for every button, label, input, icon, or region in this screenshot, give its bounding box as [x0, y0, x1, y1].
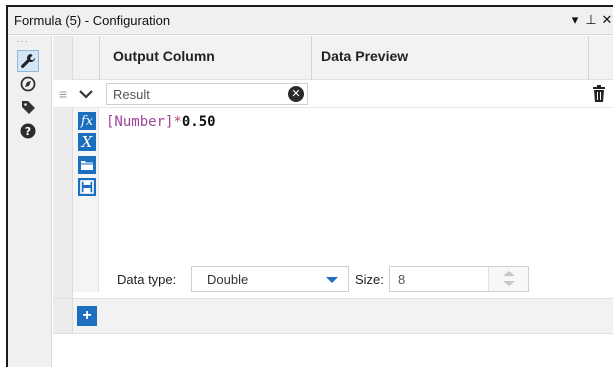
add-formula-row: + — [53, 298, 613, 334]
wrench-icon[interactable] — [17, 50, 39, 72]
output-column-field: ✕ — [106, 83, 308, 105]
dropdown-arrow-icon — [326, 277, 338, 283]
formula-editor: Output Column Data Preview ≡ ✕ fx X — [53, 36, 613, 367]
dropdown-menu-button[interactable]: ▾ — [569, 12, 581, 28]
header-gutter — [53, 36, 73, 80]
add-formula-button[interactable]: + — [77, 306, 97, 326]
operator-token: * — [173, 114, 182, 130]
header-divider — [311, 36, 312, 80]
clear-icon[interactable]: ✕ — [288, 86, 304, 102]
folder-icon[interactable] — [78, 156, 96, 174]
header-divider — [99, 36, 100, 80]
formula-config-window: Formula (5) - Configuration ▾ ⊥ ✕ ··· ? … — [6, 5, 613, 367]
pin-button[interactable]: ⊥ — [585, 12, 597, 28]
field-token: [Number] — [106, 114, 174, 130]
svg-text:?: ? — [25, 125, 31, 138]
data-preview-header[interactable]: Data Preview — [321, 48, 408, 64]
help-icon[interactable]: ? — [17, 120, 39, 142]
function-icon[interactable]: fx — [78, 112, 96, 130]
column-header-row: Output Column Data Preview — [53, 36, 613, 80]
size-value: 8 — [398, 272, 406, 287]
config-sidebar: ··· ? — [8, 36, 52, 367]
chevron-down-icon[interactable] — [77, 84, 95, 104]
add-row-gutter — [53, 299, 73, 333]
expression-editor[interactable]: [Number]*0.50 — [106, 114, 216, 130]
tag-icon[interactable] — [17, 96, 39, 118]
increment-icon[interactable] — [503, 271, 515, 276]
output-column-header[interactable]: Output Column — [113, 48, 215, 64]
data-type-value: Double — [207, 272, 249, 287]
number-token: 0.50 — [181, 114, 216, 130]
formula-row: ≡ ✕ — [53, 80, 613, 108]
close-button[interactable]: ✕ — [601, 12, 613, 28]
size-label: Size: — [355, 272, 384, 287]
title-bar: Formula (5) - Configuration ▾ ⊥ ✕ — [8, 7, 613, 35]
header-divider — [588, 36, 589, 80]
navigate-icon[interactable] — [17, 73, 39, 95]
expression-toolbar: fx X — [73, 108, 99, 292]
data-type-bar: Data type: Double Size: 8 — [99, 264, 613, 294]
stepper-buttons — [488, 267, 528, 291]
drag-handle-icon[interactable]: ≡ — [55, 84, 71, 104]
output-column-input[interactable] — [107, 84, 277, 104]
window-controls: ▾ ⊥ ✕ — [569, 12, 613, 28]
data-type-label: Data type: — [117, 272, 177, 287]
delete-icon[interactable] — [591, 84, 607, 104]
data-type-select[interactable]: Double — [191, 266, 349, 292]
overflow-dots: ··· — [16, 36, 29, 47]
window-title: Formula (5) - Configuration — [14, 13, 171, 28]
decrement-icon[interactable] — [503, 281, 515, 286]
variable-icon[interactable]: X — [78, 133, 96, 151]
save-icon[interactable] — [78, 178, 96, 196]
size-stepper[interactable]: 8 — [389, 266, 529, 292]
